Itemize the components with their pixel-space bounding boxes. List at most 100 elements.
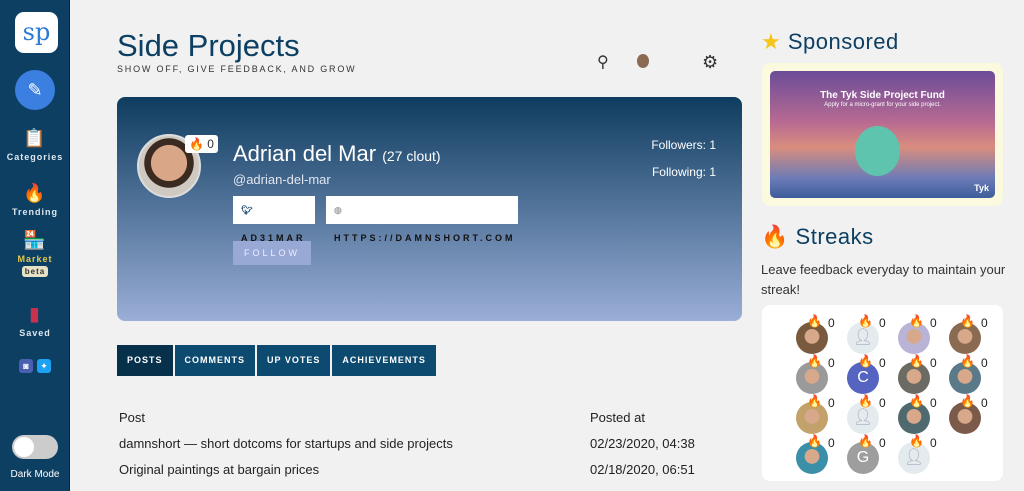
page-title: Side Projects	[117, 28, 300, 63]
ad-banner: The Tyk Side Project Fund Apply for a mi…	[770, 71, 995, 198]
search-icon[interactable]: ⚲	[597, 52, 609, 72]
sidebar-item-label: Market	[17, 254, 53, 264]
website-url: HTTPS://DAMNSHORT.COM	[334, 233, 516, 243]
post-title[interactable]: Original paintings at bargain prices	[119, 462, 319, 477]
sponsored-heading: ★ Sponsored	[761, 29, 899, 55]
fire-icon: 🔥	[909, 354, 924, 368]
streak-count: 0	[930, 436, 937, 450]
streak-user[interactable]: 👤︎ 🔥 0	[876, 429, 937, 474]
streak-user[interactable]: 👤︎ 🔥 0	[825, 309, 886, 354]
streak-count: 0	[981, 316, 988, 330]
user-avatar[interactable]	[637, 54, 649, 68]
sidebar-item-label: Categories	[6, 152, 64, 162]
streak-count: 0	[981, 356, 988, 370]
streak-count: 0	[207, 137, 214, 151]
sidebar-item-market[interactable]: 🏪 Market beta	[0, 230, 70, 277]
fire-icon: 🔥	[858, 354, 873, 368]
streak-user[interactable]: 🔥 0	[774, 309, 835, 354]
streak-user[interactable]: 🔥 0	[927, 349, 988, 394]
fire-icon: 🔥	[858, 394, 873, 408]
ad-subtitle: Apply for a micro-grant for your side pr…	[824, 102, 941, 108]
pencil-icon: ✎	[27, 80, 43, 100]
fire-icon: 🔥	[909, 394, 924, 408]
streak-user[interactable]: 🔥 0	[927, 389, 988, 434]
streak-count: 0	[981, 396, 988, 410]
twitter-icon: 🐦︎	[241, 205, 256, 215]
tab-achievements[interactable]: ACHIEVEMENTS	[332, 345, 436, 376]
followers-count[interactable]: Followers: 1	[651, 138, 716, 152]
tab-comments[interactable]: COMMENTS	[174, 345, 256, 376]
gear-icon[interactable]: ⚙	[702, 52, 718, 73]
streak-user[interactable]: 🔥 0	[876, 349, 937, 394]
sidebar: sp ✎ 📋 Categories 🔥 Trending 🏪 Market beta ▮…	[0, 0, 70, 491]
globe-icon: ◍	[334, 205, 345, 215]
streak-user[interactable]: 🔥 0	[774, 429, 835, 474]
fire-icon: 🔥	[909, 434, 924, 448]
streak-user[interactable]: 🔥 0	[927, 309, 988, 354]
follow-button[interactable]: FOLLOW	[233, 241, 311, 265]
post-title[interactable]: damnshort — short dotcoms for startups a…	[119, 436, 453, 451]
fire-icon: 🔥	[960, 314, 975, 328]
logo[interactable]: sp	[15, 12, 58, 53]
ad-brand: Tyk	[974, 183, 989, 193]
streaks-heading-text: Streaks	[795, 224, 874, 249]
sidebar-item-label: Trending	[12, 207, 58, 217]
new-post-button[interactable]: ✎	[15, 70, 55, 110]
fire-icon: 🔥	[23, 183, 47, 203]
fire-icon: 🔥	[807, 434, 822, 448]
profile-name: Adrian del Mar (27 clout)	[233, 141, 441, 167]
fire-icon: 🔥	[858, 314, 873, 328]
fire-icon: 🔥	[858, 434, 873, 448]
twitter-icon[interactable]: ✦	[37, 359, 51, 373]
ad-title: The Tyk Side Project Fund	[820, 90, 945, 101]
post-date: 02/23/2020, 04:38	[590, 436, 695, 451]
discord-icon[interactable]: ◙	[19, 359, 33, 373]
post-date: 02/18/2020, 06:51	[590, 462, 695, 477]
fire-icon: 🔥	[960, 354, 975, 368]
sidebar-item-trending[interactable]: 🔥 Trending	[0, 183, 70, 217]
fire-icon: 🔥	[807, 354, 822, 368]
streak-user[interactable]: 🔥 0	[774, 349, 835, 394]
fire-icon: 🔥	[960, 394, 975, 408]
streak-badge: 🔥 0	[185, 135, 218, 153]
sidebar-item-categories[interactable]: 📋 Categories	[0, 128, 70, 162]
following-count[interactable]: Following: 1	[652, 165, 716, 179]
store-icon: 🏪	[23, 230, 47, 250]
clout: (27 clout)	[382, 148, 441, 164]
profile-tabs: POSTS COMMENTS UP VOTES ACHIEVEMENTS	[117, 345, 436, 376]
toggle-knob	[14, 437, 34, 457]
streak-user[interactable]: 🔥 0	[876, 389, 937, 434]
dark-mode-toggle[interactable]	[12, 435, 58, 459]
tab-up-votes[interactable]: UP VOTES	[257, 345, 331, 376]
column-header-posted-at: Posted at	[590, 410, 645, 425]
page-subtitle: SHOW OFF, GIVE FEEDBACK, AND GROW	[117, 64, 357, 74]
fire-icon: 🔥	[807, 394, 822, 408]
streak-user[interactable]: G 🔥 0	[825, 429, 886, 474]
beta-badge: beta	[21, 266, 49, 277]
fire-icon: 🔥	[761, 224, 789, 249]
website-link[interactable]: ◍ HTTPS://DAMNSHORT.COM	[326, 196, 518, 243]
sidebar-item-label: Saved	[19, 328, 51, 338]
sponsored-heading-text: Sponsored	[787, 29, 899, 54]
column-header-post: Post	[119, 410, 146, 425]
mascot-illustration	[855, 126, 900, 176]
streaks-description: Leave feedback everyday to maintain your…	[761, 262, 1006, 297]
streaks-list: 🔥 0 👤︎ 🔥 0 🔥 0 🔥 0 🔥 0 C 🔥 0 🔥 0 🔥 0 🔥 0 👤︎ 🔥 0 🔥 0 🔥 0 🔥 0 G 🔥 0 👤︎ 🔥 0	[762, 305, 1003, 481]
profile-card: 🔥 0 Adrian del Mar (27 clout) @adrian-de…	[117, 97, 742, 321]
profile-name-text: Adrian del Mar	[233, 141, 377, 166]
streak-user[interactable]: 👤︎ 🔥 0	[825, 389, 886, 434]
streaks-heading: 🔥 Streaks	[761, 224, 874, 250]
twitter-link[interactable]: 🐦︎ AD31MAR	[233, 196, 315, 243]
dark-mode-label: Dark Mode	[10, 469, 60, 480]
clipboard-icon: 📋	[23, 128, 47, 148]
fire-icon: 🔥	[807, 314, 822, 328]
sidebar-item-saved[interactable]: ▮ Saved	[0, 304, 70, 338]
star-icon: ★	[761, 29, 782, 54]
streak-user[interactable]: C 🔥 0	[825, 349, 886, 394]
fire-icon: 🔥	[909, 314, 924, 328]
streak-user[interactable]: 🔥 0	[876, 309, 937, 354]
sponsored-ad[interactable]: The Tyk Side Project Fund Apply for a mi…	[762, 63, 1003, 206]
bookmark-icon: ▮	[29, 304, 41, 324]
tab-posts[interactable]: POSTS	[117, 345, 173, 376]
streak-user[interactable]: 🔥 0	[774, 389, 835, 434]
